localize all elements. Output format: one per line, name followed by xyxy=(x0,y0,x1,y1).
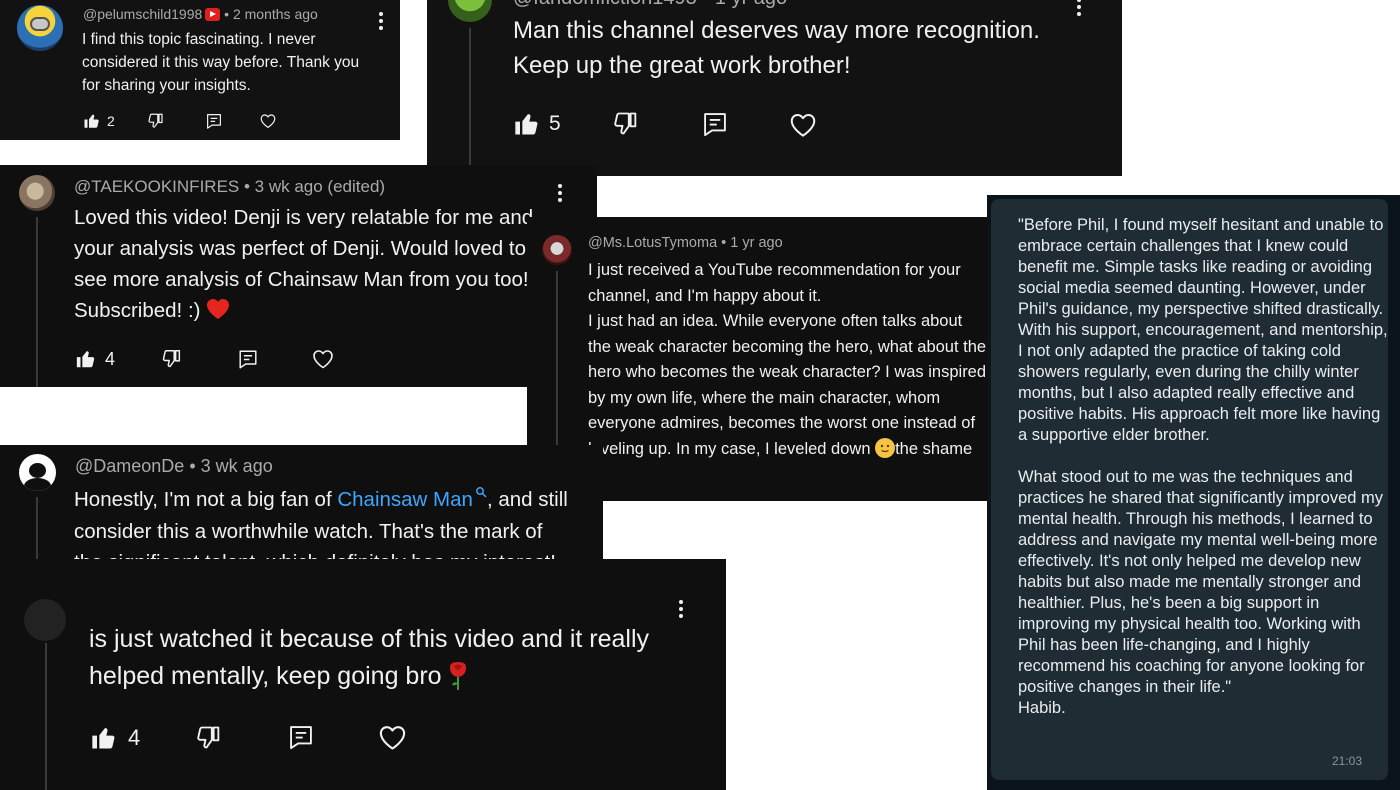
dislike-button[interactable] xyxy=(161,348,183,370)
separator: • xyxy=(189,456,196,476)
heart-button[interactable] xyxy=(311,347,335,371)
verified-youtube-badge xyxy=(205,8,221,21)
comment-text: I find this topic fascinating. I never c… xyxy=(82,31,360,94)
rose-emoji xyxy=(449,662,466,690)
red-heart-emoji xyxy=(207,299,230,319)
reply-icon xyxy=(701,110,729,138)
comment-paragraph-end: the shame xyxy=(895,439,973,458)
reply-button[interactable] xyxy=(205,112,223,130)
comment-card-taekookinfires: @TAEKOOKINFIRES • 3 wk ago (edited) Love… xyxy=(0,165,597,387)
like-count: 4 xyxy=(128,725,141,750)
avatar[interactable] xyxy=(19,454,56,491)
reply-button[interactable] xyxy=(287,723,315,751)
like-icon xyxy=(90,724,118,752)
more-vert-icon[interactable] xyxy=(1077,0,1081,19)
slight-smile-emoji xyxy=(875,437,896,458)
author-handle[interactable]: @TAEKOOKINFIRES xyxy=(74,177,239,196)
search-link[interactable]: Chainsaw Man xyxy=(337,487,487,511)
like-button[interactable]: 4 xyxy=(75,348,115,370)
heart-button[interactable] xyxy=(377,722,408,753)
heart-icon xyxy=(311,347,335,371)
reply-icon xyxy=(287,723,315,751)
like-count: 2 xyxy=(107,113,115,129)
like-button[interactable]: 2 xyxy=(83,112,115,130)
heart-icon xyxy=(788,110,818,140)
like-button[interactable]: 4 xyxy=(90,724,140,752)
like-count: 5 xyxy=(549,112,561,135)
comment-card-fandomfiction: @fandomfiction1493 • 1 yr ago Man this c… xyxy=(427,0,1122,176)
whatsapp-chat: "Before Phil, I found myself hesitant an… xyxy=(987,195,1400,790)
reply-icon xyxy=(205,112,223,130)
dislike-button[interactable] xyxy=(612,110,640,138)
heart-button[interactable] xyxy=(259,112,277,130)
thread-line xyxy=(36,217,38,387)
message-text: "Before Phil, I found myself hesitant an… xyxy=(1018,216,1388,717)
avatar[interactable] xyxy=(19,175,55,211)
more-vert-icon[interactable] xyxy=(558,184,562,205)
comment-meta: @DameonDe • 3 wk ago xyxy=(75,456,273,477)
author-handle[interactable]: @Ms.LotusTymoma xyxy=(588,235,717,251)
avatar[interactable] xyxy=(448,0,492,22)
author-handle[interactable]: @DameonDe xyxy=(75,456,184,476)
like-icon xyxy=(513,110,541,138)
heart-icon xyxy=(259,112,277,130)
dislike-icon xyxy=(612,110,640,138)
comment-time[interactable]: 1 yr ago xyxy=(730,235,782,251)
comment-text: Loved this video! Denji is very relatabl… xyxy=(74,202,536,326)
comment-paragraph: I just had an idea. While everyone often… xyxy=(588,309,988,462)
more-vert-icon[interactable] xyxy=(679,600,683,621)
separator: • xyxy=(702,0,709,9)
comment-time[interactable]: 1 yr ago xyxy=(715,0,787,9)
comment-card-pelumschild: @pelumschild1998 • 2 months ago I find t… xyxy=(0,0,400,140)
avatar[interactable] xyxy=(542,235,572,265)
separator: • xyxy=(721,235,727,251)
comment-card-reply: is just watched it because of this video… xyxy=(0,559,726,790)
like-button[interactable]: 5 xyxy=(513,110,561,138)
more-vert-icon[interactable] xyxy=(379,12,383,33)
like-icon xyxy=(83,112,101,130)
reply-icon xyxy=(237,348,259,370)
like-count: 4 xyxy=(105,348,116,369)
comment-paragraph: I just received a YouTube recommendation… xyxy=(588,261,961,305)
comment-text-content: Loved this video! Denji is very relatabl… xyxy=(74,206,534,322)
comment-time[interactable]: 3 wk ago xyxy=(201,456,273,476)
message-time: 21:03 xyxy=(1331,754,1362,768)
comment-paragraph-text: I just had an idea. While everyone often… xyxy=(588,312,987,458)
comment-meta: @TAEKOOKINFIRES • 3 wk ago (edited) xyxy=(74,177,385,197)
comment-time[interactable]: 2 months ago xyxy=(233,6,318,22)
reply-button[interactable] xyxy=(237,348,259,370)
comment-text: is just watched it because of this video… xyxy=(89,621,669,695)
search-link-label: Chainsaw Man xyxy=(337,488,473,511)
message-bubble[interactable]: "Before Phil, I found myself hesitant an… xyxy=(991,199,1388,780)
thread-line xyxy=(469,28,471,176)
search-icon xyxy=(475,487,487,498)
avatar xyxy=(24,599,66,641)
comment-text: Man this channel deserves way more recog… xyxy=(513,17,1040,79)
dislike-button[interactable] xyxy=(195,724,223,752)
comment-meta: @fandomfiction1493 • 1 yr ago xyxy=(513,0,787,10)
dislike-icon xyxy=(147,112,165,130)
reply-button[interactable] xyxy=(701,110,729,138)
thread-line xyxy=(45,643,47,790)
comment-meta: @Ms.LotusTymoma • 1 yr ago xyxy=(588,235,783,251)
comment-meta: @pelumschild1998 • 2 months ago xyxy=(83,6,318,22)
dislike-icon xyxy=(161,348,183,370)
dislike-button[interactable] xyxy=(147,112,165,130)
heart-icon xyxy=(377,722,408,753)
avatar[interactable] xyxy=(17,5,63,51)
comment-text-content: is just watched it because of this video… xyxy=(89,625,650,690)
comment-text-before: Honestly, I'm not a big fan of xyxy=(74,488,338,511)
like-icon xyxy=(75,348,97,370)
dislike-icon xyxy=(195,724,223,752)
separator: • xyxy=(224,6,230,22)
author-handle[interactable]: @fandomfiction1493 xyxy=(513,0,697,9)
comment-time[interactable]: 3 wk ago (edited) xyxy=(255,177,385,196)
comment-text: I just received a YouTube recommendation… xyxy=(588,258,988,462)
heart-button[interactable] xyxy=(788,110,818,140)
author-handle[interactable]: @pelumschild1998 xyxy=(83,6,202,22)
separator: • xyxy=(243,177,250,196)
